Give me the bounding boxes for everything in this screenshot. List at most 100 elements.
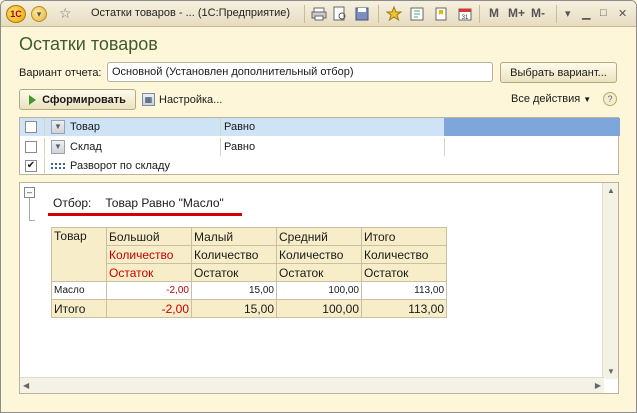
save-icon[interactable] bbox=[354, 6, 370, 22]
cell-value[interactable]: 15,00 bbox=[191, 281, 277, 300]
setting-name: Товар bbox=[70, 121, 100, 133]
header-measure: Остаток bbox=[191, 263, 277, 282]
close-icon[interactable]: ✕ bbox=[618, 7, 627, 20]
main-menu-dropdown-icon[interactable]: ▾ bbox=[31, 6, 47, 22]
group-line bbox=[29, 220, 35, 221]
all-actions-menu[interactable]: Все действия ▼ bbox=[511, 93, 591, 105]
setting-name: Склад bbox=[70, 141, 102, 153]
filter-icon: ▼ bbox=[51, 140, 65, 154]
bookmark-icon[interactable] bbox=[433, 6, 449, 22]
row-checkbox[interactable] bbox=[25, 141, 37, 153]
variant-label: Вариант отчета: bbox=[19, 67, 102, 79]
calendar-icon[interactable]: 31 bbox=[457, 6, 473, 22]
title-bar: 1С ▾ ☆ Остатки товаров - ... (1С:Предпри… bbox=[1, 1, 636, 27]
grouping-icon bbox=[51, 163, 65, 169]
column-divider bbox=[220, 138, 221, 156]
horizontal-scrollbar[interactable]: ◀ ▶ bbox=[20, 377, 604, 393]
report-window: 1С ▾ ☆ Остатки товаров - ... (1С:Предпри… bbox=[0, 0, 637, 413]
cell-value[interactable]: 113,00 bbox=[361, 281, 447, 300]
separator bbox=[304, 5, 305, 23]
all-actions-label: Все действия bbox=[511, 93, 581, 105]
separator bbox=[378, 5, 379, 23]
settings-label: Настройка... bbox=[159, 93, 223, 106]
setting-name: Разворот по складу bbox=[70, 160, 170, 172]
vertical-scrollbar[interactable]: ▲ ▼ bbox=[602, 183, 618, 379]
header-measure: Остаток bbox=[106, 263, 192, 282]
header-measure: Количество bbox=[361, 245, 447, 264]
header-warehouse: Большой bbox=[106, 227, 192, 246]
window-title: Остатки товаров - ... (1С:Предприятие) bbox=[91, 7, 291, 19]
settings-row-product[interactable]: ▼ Товар Равно bbox=[20, 118, 620, 136]
row-product[interactable]: Масло bbox=[51, 281, 107, 300]
chevron-down-icon: ▼ bbox=[583, 94, 592, 104]
add-to-favorites-icon[interactable] bbox=[386, 6, 402, 22]
memory-plus-button[interactable]: M+ bbox=[508, 6, 525, 20]
play-icon bbox=[29, 94, 37, 105]
row-checkbox[interactable] bbox=[25, 121, 37, 133]
row-checkbox-checked[interactable]: ✔ bbox=[25, 160, 37, 172]
header-warehouse: Средний bbox=[276, 227, 362, 246]
separator bbox=[556, 5, 557, 23]
column-divider bbox=[44, 118, 45, 136]
total-value: 113,00 bbox=[361, 299, 447, 318]
table-row[interactable]: Масло -2,00 15,00 100,00 113,00 bbox=[51, 281, 447, 300]
print-preview-icon[interactable] bbox=[332, 6, 348, 22]
column-divider bbox=[220, 118, 221, 136]
filter-icon: ▼ bbox=[51, 120, 65, 134]
header-measure: Остаток bbox=[361, 263, 447, 282]
header-product: Товар bbox=[51, 227, 107, 282]
filter-value: Товар Равно "Масло" bbox=[105, 196, 224, 210]
column-divider bbox=[44, 138, 45, 156]
total-value: -2,00 bbox=[106, 299, 192, 318]
svg-text:31: 31 bbox=[462, 15, 469, 21]
generate-label: Сформировать bbox=[42, 93, 126, 106]
settings-row-warehouse[interactable]: ▼ Склад Равно bbox=[20, 138, 618, 156]
report-document[interactable]: – Отбор: Товар Равно "Масло" Товар Большо… bbox=[19, 182, 619, 394]
total-value: 100,00 bbox=[276, 299, 362, 318]
maximize-icon[interactable]: □ bbox=[600, 7, 607, 19]
table-header-row: Количество Количество Количество Количес… bbox=[52, 245, 447, 264]
page-title: Остатки товаров bbox=[19, 34, 158, 54]
favorite-star-icon[interactable]: ☆ bbox=[59, 5, 72, 22]
help-icon[interactable]: ? bbox=[603, 92, 617, 106]
collapse-group-icon[interactable]: – bbox=[24, 187, 35, 198]
scroll-right-icon[interactable]: ▶ bbox=[595, 381, 601, 390]
total-row[interactable]: Итого -2,00 15,00 100,00 113,00 bbox=[51, 299, 447, 318]
history-icon[interactable] bbox=[409, 6, 425, 22]
total-label: Итого bbox=[51, 299, 107, 318]
table-header-row: Остаток Остаток Остаток Остаток bbox=[52, 263, 447, 282]
column-divider bbox=[444, 138, 445, 156]
minimize-icon[interactable]: ▁ bbox=[582, 7, 590, 20]
filter-label: Отбор: bbox=[53, 196, 92, 210]
header-measure: Количество bbox=[106, 245, 192, 264]
memory-minus-button[interactable]: M- bbox=[531, 6, 545, 20]
settings-table: ▼ Товар Равно ▼ Склад Равно ✔ Разворот п… bbox=[19, 117, 620, 175]
toolbar-menu-icon[interactable]: ▾ bbox=[565, 7, 571, 20]
column-divider bbox=[44, 157, 45, 175]
cell-value[interactable]: 100,00 bbox=[276, 281, 362, 300]
memory-button[interactable]: M bbox=[489, 6, 499, 20]
print-icon[interactable] bbox=[311, 6, 327, 22]
scroll-down-icon[interactable]: ▼ bbox=[607, 367, 615, 376]
setting-condition[interactable]: Равно bbox=[224, 121, 255, 133]
settings-row-expand-warehouse[interactable]: ✔ Разворот по складу bbox=[20, 157, 618, 175]
scroll-up-icon[interactable]: ▲ bbox=[607, 186, 615, 195]
choose-variant-button[interactable]: Выбрать вариант... bbox=[500, 62, 617, 83]
app-logo-icon[interactable]: 1С bbox=[6, 5, 26, 23]
scroll-left-icon[interactable]: ◀ bbox=[23, 381, 29, 390]
group-line bbox=[29, 198, 30, 220]
variant-field[interactable]: Основной (Установлен дополнительный отбо… bbox=[107, 62, 493, 82]
separator bbox=[479, 5, 480, 23]
settings-icon: ▦ bbox=[142, 93, 155, 106]
header-total: Итого bbox=[361, 227, 447, 246]
setting-value-cell[interactable] bbox=[444, 118, 620, 136]
header-measure: Количество bbox=[276, 245, 362, 264]
generate-button[interactable]: Сформировать bbox=[19, 89, 136, 110]
table-header-row: Товар Большой Малый Средний Итого bbox=[51, 227, 447, 282]
header-measure: Количество bbox=[191, 245, 277, 264]
highlight-underline bbox=[48, 213, 242, 216]
settings-link[interactable]: ▦ Настройка... bbox=[142, 93, 222, 106]
setting-condition[interactable]: Равно bbox=[224, 141, 255, 153]
cell-value[interactable]: -2,00 bbox=[106, 281, 192, 300]
header-measure: Остаток bbox=[276, 263, 362, 282]
